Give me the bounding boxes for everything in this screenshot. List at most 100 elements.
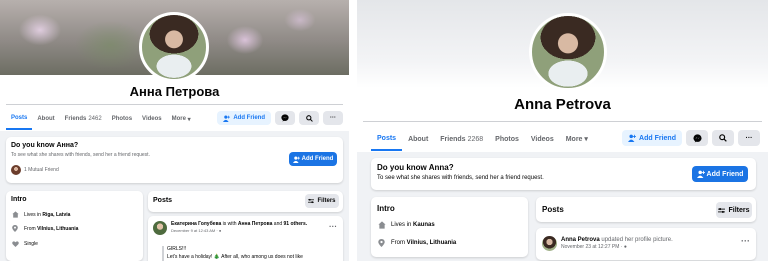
profile-panel-russian: Анна Петрова Posts About Friends 2462 Pho… (0, 0, 349, 261)
search-icon (719, 134, 727, 142)
know-card: Do you know Анна? To see what she shares… (6, 137, 343, 183)
tab-posts[interactable]: Posts (6, 108, 33, 130)
profile-tabs: Posts About Friends 2462 Photos Videos Mo… (6, 108, 196, 130)
profile-header: Anna Petrova Posts About Friends 2268 Pho… (357, 0, 768, 152)
hometown-link[interactable]: Vilnius, Lithuania (407, 240, 457, 246)
know-card: Do you know Anna? To see what she shares… (371, 158, 756, 190)
intro-from: From Vilnius, Lithuania (377, 239, 456, 247)
friends-count: 2462 (88, 116, 102, 122)
tabs-divider (363, 121, 762, 122)
tabs-divider (6, 104, 343, 105)
profile-name: Анна Петрова (129, 84, 220, 99)
others-link[interactable]: 91 others. (284, 221, 308, 227)
post-options-button[interactable]: ··· (329, 222, 337, 231)
know-card-add-friend-button[interactable]: Add Friend (289, 152, 337, 166)
post-author-avatar[interactable] (153, 221, 167, 235)
home-icon (11, 211, 19, 218)
tab-more[interactable]: More ▾ (167, 108, 196, 130)
more-options-button[interactable]: ··· (738, 130, 760, 146)
location-pin-icon (11, 225, 19, 232)
tab-about[interactable]: About (32, 108, 59, 130)
profile-actions: Add Friend ··· (622, 130, 760, 146)
post-card: Екатерина Голубева is with Анна Петрова … (148, 216, 343, 261)
intro-card: Intro Lives in Kaunas From Vilnius, Lith… (371, 197, 528, 257)
friends-count: 2268 (467, 135, 484, 143)
post-body: GIRLS!!! Let's have a holiday! 🎄 After a… (162, 246, 303, 261)
tab-photos[interactable]: Photos (489, 127, 525, 151)
posts-title: Posts (153, 197, 173, 204)
tab-friends[interactable]: Friends 2462 (60, 108, 107, 130)
filters-icon (308, 198, 315, 204)
globe-icon: ● (623, 244, 627, 251)
post-author-link[interactable]: Екатерина Голубева (171, 221, 221, 227)
tab-videos[interactable]: Videos (137, 108, 167, 130)
tab-posts[interactable]: Posts (371, 127, 403, 151)
posts-header-card: Posts Filters (536, 197, 756, 222)
ellipsis-icon: ··· (330, 115, 336, 121)
intro-title: Intro (11, 196, 27, 203)
messenger-icon (281, 114, 289, 122)
post-card: Anna Petrova updated her profile picture… (536, 228, 756, 260)
ellipsis-icon: ··· (745, 134, 753, 142)
profile-panel-english: Anna Petrova Posts About Friends 2268 Pho… (357, 0, 768, 261)
intro-from: From Vilnius, Lithuania (11, 225, 78, 232)
profile-tabs: Posts About Friends 2268 Photos Videos Mo… (371, 127, 594, 151)
tagged-person-link[interactable]: Анна Петрова (238, 221, 272, 227)
messenger-button[interactable] (686, 130, 708, 146)
post-header: Екатерина Голубева is with Анна Петрова … (171, 221, 325, 233)
add-friend-button[interactable]: Add Friend (217, 111, 271, 125)
intro-lives-in: Lives in Riga, Latvia (11, 211, 70, 218)
profile-avatar[interactable] (529, 13, 607, 91)
filters-icon (718, 207, 726, 213)
city-link[interactable]: Riga, Latvia (42, 212, 70, 218)
heart-icon (11, 241, 19, 247)
post-header: Anna Petrova updated her profile picture… (561, 236, 738, 251)
chevron-down-icon: ▾ (584, 136, 588, 143)
post-options-button[interactable]: ··· (741, 236, 750, 246)
profile-actions: Add Friend ··· (217, 111, 343, 125)
tab-photos[interactable]: Photos (107, 108, 137, 130)
know-card-add-friend-button[interactable]: Add Friend (692, 166, 748, 182)
chevron-down-icon: ▾ (187, 116, 191, 123)
panel-divider (349, 0, 357, 261)
more-options-button[interactable]: ··· (323, 111, 343, 125)
tab-about[interactable]: About (402, 127, 434, 151)
post-timestamp[interactable]: December 9 at 12:43 AM · ● (171, 228, 325, 233)
intro-relationship: Single (11, 241, 38, 247)
add-friend-icon (223, 115, 231, 122)
profile-name: Anna Petrova (514, 96, 611, 113)
add-friend-button[interactable]: Add Friend (622, 130, 682, 146)
filters-button[interactable]: Filters (716, 202, 752, 218)
hometown-link[interactable]: Vilnius, Lithuania (37, 226, 78, 232)
messenger-button[interactable] (275, 111, 295, 125)
location-pin-icon (377, 239, 386, 247)
messenger-icon (692, 133, 702, 143)
know-card-title: Do you know Anna? (377, 163, 454, 172)
know-card-subtitle: To see what she shares with friends, sen… (11, 152, 150, 158)
post-author-link[interactable]: Anna Petrova (561, 237, 600, 243)
add-friend-icon (628, 134, 637, 142)
post-author-avatar[interactable] (542, 236, 557, 251)
posts-title: Posts (542, 205, 564, 214)
intro-card: Intro Lives in Riga, Latvia From Vilnius… (6, 191, 143, 261)
search-button[interactable] (299, 111, 319, 125)
tab-more[interactable]: More ▾ (560, 127, 594, 151)
add-friend-icon (696, 170, 705, 178)
tab-videos[interactable]: Videos (525, 127, 560, 151)
intro-lives-in: Lives in Kaunas (377, 221, 435, 229)
search-icon (305, 114, 313, 122)
filters-button[interactable]: Filters (305, 194, 339, 208)
mutual-friends-label: 1 Mutual Friend (24, 167, 59, 173)
intro-title: Intro (377, 204, 395, 213)
globe-icon: ● (218, 227, 222, 233)
city-link[interactable]: Kaunas (413, 222, 435, 228)
know-card-title: Do you know Анна? (11, 142, 79, 149)
tab-friends[interactable]: Friends 2268 (434, 127, 489, 151)
post-timestamp[interactable]: November 23 at 12:27 PM · ● (561, 244, 738, 251)
mutual-friends[interactable]: 1 Mutual Friend (11, 165, 59, 175)
mutual-friend-avatar[interactable] (11, 165, 21, 175)
home-icon (377, 221, 386, 229)
search-button[interactable] (712, 130, 734, 146)
profile-avatar[interactable] (139, 12, 209, 82)
know-card-subtitle: To see what she shares with friends, sen… (377, 175, 544, 181)
